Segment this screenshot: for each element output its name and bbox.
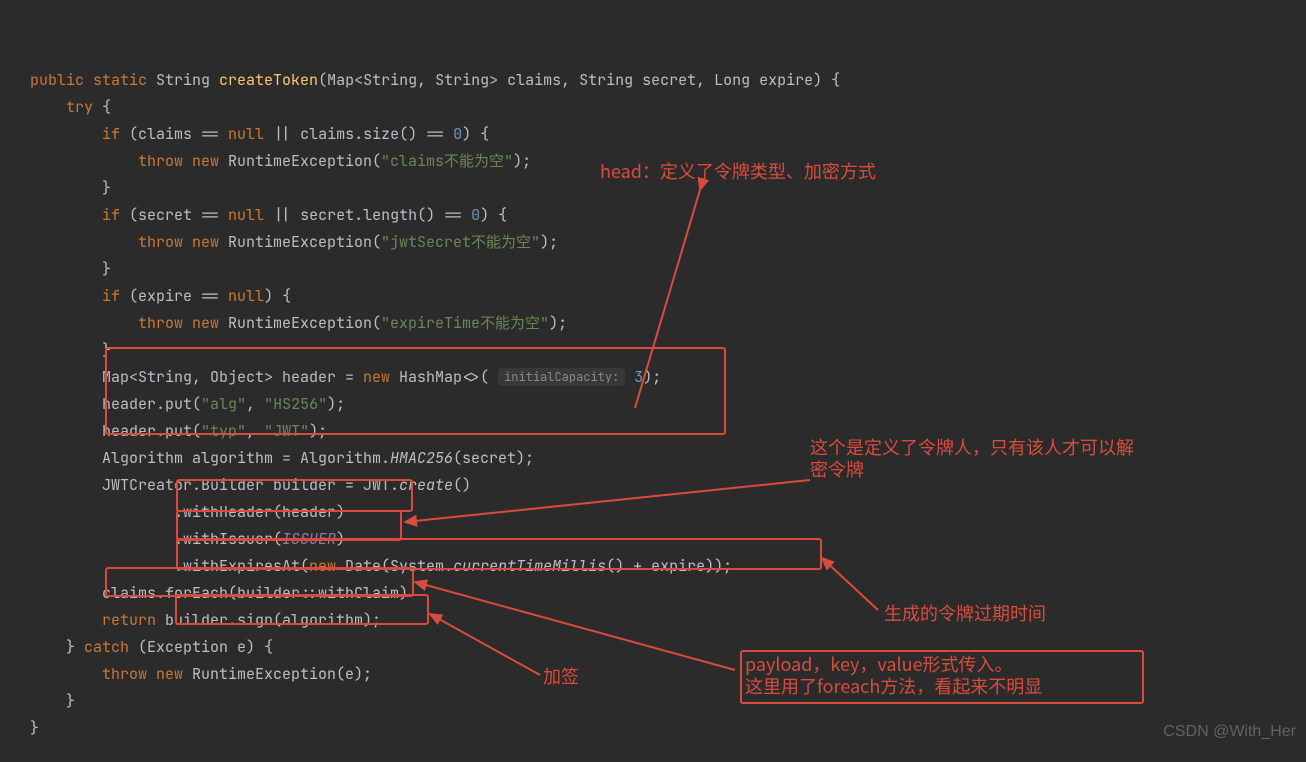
kw: static xyxy=(93,70,156,90)
kw: try xyxy=(66,97,102,117)
params: (Map<String, String> claims, String secr… xyxy=(318,70,840,90)
inlay-hint: initialCapacity: xyxy=(498,368,625,386)
kw: public xyxy=(30,70,93,90)
watermark: CSDN @With_Her xyxy=(1163,723,1296,741)
type: String xyxy=(156,70,219,90)
kw: if xyxy=(102,124,129,144)
code-block: public static String createToken(Map<Str… xyxy=(0,0,1306,762)
fn: createToken xyxy=(219,70,318,90)
